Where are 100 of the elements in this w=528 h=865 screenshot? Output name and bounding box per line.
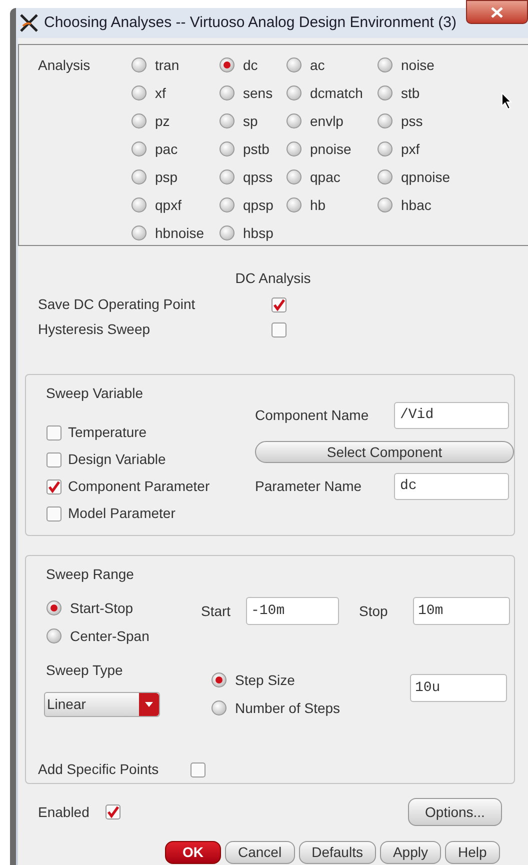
radio-label: ac: [310, 56, 325, 74]
radio-button[interactable]: [377, 85, 393, 101]
checkbox[interactable]: [46, 506, 62, 522]
radio-button[interactable]: [131, 169, 147, 185]
radio-label: pz: [155, 112, 170, 131]
radio-button[interactable]: [219, 225, 235, 241]
stop-field[interactable]: 10m: [413, 597, 510, 625]
radio-label: pstb: [243, 140, 270, 159]
radio-button[interactable]: [219, 197, 235, 213]
checkbox-checked[interactable]: [46, 478, 62, 494]
radio-button-selected[interactable]: [219, 57, 235, 73]
start-field[interactable]: -10m: [246, 597, 339, 625]
dialog-button[interactable]: Defaults: [298, 841, 376, 864]
radio-label: qpac: [310, 168, 340, 187]
component-name-field[interactable]: /Vid: [394, 402, 509, 429]
radio-label: noise: [401, 56, 434, 74]
radio-button[interactable]: [219, 141, 235, 157]
checkbox-label: Model Parameter: [68, 504, 176, 523]
radio-button[interactable]: [131, 113, 147, 129]
radio-label: hbsp: [243, 224, 274, 243]
radio-button[interactable]: [286, 169, 302, 185]
options-button[interactable]: Options...: [408, 798, 502, 826]
radio-button[interactable]: [286, 57, 302, 73]
radio-label: pss: [401, 112, 423, 131]
radio-button-selected[interactable]: [46, 600, 62, 616]
close-button[interactable]: [466, 0, 528, 24]
parameter-name-field[interactable]: dc: [394, 473, 509, 500]
radio-label: qpxf: [155, 196, 182, 215]
checkbox[interactable]: [190, 762, 206, 778]
caret-icon: [145, 702, 153, 707]
mouse-cursor-icon: [501, 92, 513, 110]
field-label: Parameter Name: [255, 477, 363, 496]
radio-label: dcmatch: [310, 84, 363, 102]
radio-label: stb: [401, 84, 420, 102]
radio-label: pxf: [401, 140, 420, 159]
radio-button[interactable]: [219, 85, 235, 101]
group-title: Sweep Range: [46, 565, 135, 584]
radio-button[interactable]: [131, 141, 147, 157]
radio-button[interactable]: [377, 197, 393, 213]
radio-label: hbac: [401, 196, 432, 214]
radio-label: pac: [155, 140, 178, 159]
sweep-type-dropdown[interactable]: Linear: [44, 692, 160, 717]
dialog-button[interactable]: Help: [444, 841, 500, 864]
radio-label: psp: [155, 168, 178, 187]
radio-label: Center-Span: [70, 626, 150, 646]
radio-button[interactable]: [377, 113, 393, 129]
window-title: Choosing Analyses -- Virtuoso Analog Design Environment (3): [44, 12, 456, 33]
radio-label: Start-Stop: [70, 598, 134, 618]
radio-label: pnoise: [310, 140, 352, 159]
radio-label: sp: [243, 112, 258, 131]
ok-button[interactable]: OK: [165, 841, 221, 864]
checkbox-label: Temperature: [68, 423, 147, 442]
radio-label: qpnoise: [401, 168, 450, 187]
radio-label: tran: [155, 56, 180, 74]
radio-label: Number of Steps: [235, 698, 340, 718]
radio-button[interactable]: [131, 225, 147, 241]
radio-label: Step Size: [235, 670, 295, 690]
checkbox[interactable]: [46, 452, 62, 468]
option-label: Enabled: [38, 802, 90, 822]
radio-button[interactable]: [377, 169, 393, 185]
radio-label: qpss: [243, 168, 273, 187]
radio-button[interactable]: [211, 700, 227, 716]
radio-button[interactable]: [377, 141, 393, 157]
field-label: Component Name: [255, 406, 370, 425]
radio-button[interactable]: [286, 197, 302, 213]
section-title: DC Analysis: [235, 269, 311, 288]
radio-button[interactable]: [377, 57, 393, 73]
radio-label: dc: [243, 56, 258, 74]
radio-button[interactable]: [131, 85, 147, 101]
checkbox-label: Design Variable: [68, 450, 166, 469]
radio-button[interactable]: [286, 113, 302, 129]
option-label: Hysteresis Sweep: [38, 320, 152, 339]
radio-label: sens: [243, 84, 273, 102]
radio-button[interactable]: [46, 628, 62, 644]
radio-button[interactable]: [131, 197, 147, 213]
radio-label: hb: [310, 196, 326, 214]
group-label: Sweep Type: [46, 661, 124, 680]
checkbox[interactable]: [271, 322, 287, 338]
radio-button[interactable]: [131, 57, 147, 73]
radio-button-selected[interactable]: [211, 672, 227, 688]
dialog-button[interactable]: Apply: [380, 841, 441, 864]
radio-label: qpsp: [243, 196, 274, 215]
checkbox-checked[interactable]: [271, 296, 287, 312]
dialog-button[interactable]: Cancel: [225, 841, 295, 864]
step-value-field[interactable]: 10u: [410, 674, 507, 702]
radio-label: hbnoise: [155, 224, 204, 242]
app-logo-icon: [18, 12, 40, 34]
radio-button[interactable]: [286, 85, 302, 101]
radio-label: envlp: [310, 112, 344, 131]
radio-button[interactable]: [219, 113, 235, 129]
checkbox[interactable]: [46, 424, 62, 440]
analysis-label: Analysis: [38, 56, 92, 75]
checkbox-checked[interactable]: [105, 804, 121, 820]
select-component-button[interactable]: Select Component: [255, 441, 514, 463]
field-label: Stop: [359, 602, 389, 621]
radio-button[interactable]: [219, 169, 235, 185]
field-label: Start: [201, 602, 232, 620]
radio-button[interactable]: [286, 141, 302, 157]
option-label: Add Specific Points: [38, 760, 160, 779]
group-title: Sweep Variable: [46, 384, 144, 403]
